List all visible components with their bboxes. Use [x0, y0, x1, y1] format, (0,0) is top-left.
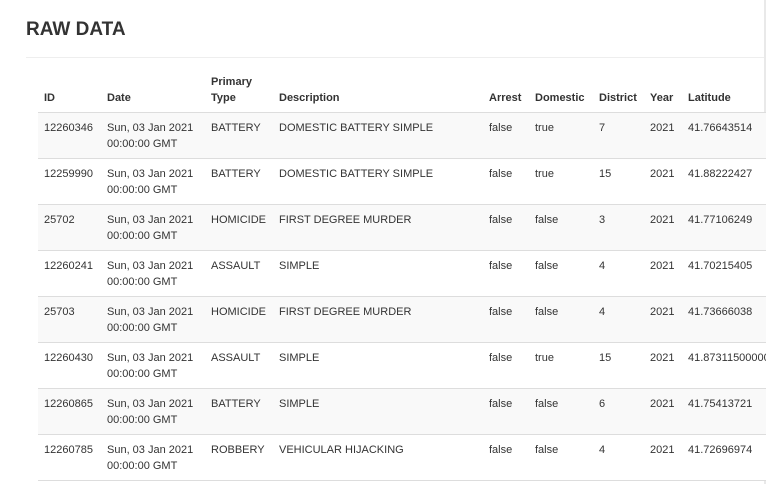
cell-arrest: false	[483, 388, 529, 435]
cell-district: 15	[593, 158, 644, 205]
column-header-arrest: Arrest	[483, 72, 529, 113]
cell-description: SIMPLE	[273, 388, 483, 435]
cell-description: FIRST DEGREE MURDER	[273, 204, 483, 251]
cell-id: 25703	[38, 296, 101, 343]
cell-domestic: false	[529, 388, 593, 435]
raw-data-table: ID Date Primary Type Description Arrest Domes…	[38, 72, 766, 481]
cell-date: Sun, 03 Jan 2021 00:00:00 GMT	[101, 204, 205, 251]
cell-latitude: 41.73666038	[682, 296, 766, 343]
cell-district: 4	[593, 250, 644, 297]
cell-year: 2021	[644, 342, 682, 389]
cell-year: 2021	[644, 112, 682, 159]
cell-primary-type: HOMICIDE	[205, 296, 273, 343]
cell-id: 12260241	[38, 250, 101, 297]
cell-latitude: 41.88222427	[682, 158, 766, 205]
cell-domestic: false	[529, 250, 593, 297]
cell-description: FIRST DEGREE MURDER	[273, 296, 483, 343]
cell-id: 25702	[38, 204, 101, 251]
cell-primary-type: BATTERY	[205, 388, 273, 435]
cell-year: 2021	[644, 296, 682, 343]
column-header-year: Year	[644, 72, 682, 113]
cell-date: Sun, 03 Jan 2021 00:00:00 GMT	[101, 112, 205, 159]
cell-id: 12260865	[38, 388, 101, 435]
cell-primary-type: BATTERY	[205, 158, 273, 205]
cell-district: 15	[593, 342, 644, 389]
cell-latitude: 41.75413721	[682, 388, 766, 435]
cell-description: DOMESTIC BATTERY SIMPLE	[273, 112, 483, 159]
cell-latitude: 41.70215405	[682, 250, 766, 297]
column-header-id: ID	[38, 72, 101, 113]
cell-domestic: false	[529, 204, 593, 251]
cell-year: 2021	[644, 388, 682, 435]
cell-year: 2021	[644, 158, 682, 205]
column-header-primary-type: Primary Type	[205, 72, 273, 113]
cell-arrest: false	[483, 158, 529, 205]
cell-primary-type: ROBBERY	[205, 434, 273, 481]
table-row: 12260785 Sun, 03 Jan 2021 00:00:00 GMT ROB…	[38, 434, 766, 481]
cell-arrest: false	[483, 112, 529, 159]
table-row: 12260430 Sun, 03 Jan 2021 00:00:00 GMT ASS…	[38, 342, 766, 389]
cell-date: Sun, 03 Jan 2021 00:00:00 GMT	[101, 434, 205, 481]
cell-latitude: 41.76643514	[682, 112, 766, 159]
cell-arrest: false	[483, 296, 529, 343]
cell-description: VEHICULAR HIJACKING	[273, 434, 483, 481]
cell-domestic: true	[529, 158, 593, 205]
cell-year: 2021	[644, 434, 682, 481]
cell-primary-type: ASSAULT	[205, 250, 273, 297]
column-header-domestic: Domestic	[529, 72, 593, 113]
cell-district: 4	[593, 296, 644, 343]
cell-latitude: 41.72696974	[682, 434, 766, 481]
table-header-row: ID Date Primary Type Description Arrest Domes…	[38, 72, 766, 113]
cell-year: 2021	[644, 204, 682, 251]
column-header-date: Date	[101, 72, 205, 113]
cell-district: 4	[593, 434, 644, 481]
cell-district: 7	[593, 112, 644, 159]
cell-domestic: true	[529, 112, 593, 159]
table-row: 12259990 Sun, 03 Jan 2021 00:00:00 GMT BAT…	[38, 158, 766, 205]
table-row: 12260865 Sun, 03 Jan 2021 00:00:00 GMT BAT…	[38, 388, 766, 435]
cell-id: 12260785	[38, 434, 101, 481]
cell-district: 3	[593, 204, 644, 251]
cell-date: Sun, 03 Jan 2021 00:00:00 GMT	[101, 342, 205, 389]
cell-primary-type: BATTERY	[205, 112, 273, 159]
cell-primary-type: ASSAULT	[205, 342, 273, 389]
table-body: 12260346 Sun, 03 Jan 2021 00:00:00 GMT BAT…	[38, 112, 766, 481]
cell-latitude: 41.87311500000	[682, 342, 766, 389]
cell-description: SIMPLE	[273, 250, 483, 297]
cell-date: Sun, 03 Jan 2021 00:00:00 GMT	[101, 250, 205, 297]
cell-id: 12260346	[38, 112, 101, 159]
cell-arrest: false	[483, 342, 529, 389]
cell-arrest: false	[483, 204, 529, 251]
column-header-district: District	[593, 72, 644, 113]
cell-id: 12259990	[38, 158, 101, 205]
cell-id: 12260430	[38, 342, 101, 389]
cell-domestic: false	[529, 296, 593, 343]
table-row: 12260241 Sun, 03 Jan 2021 00:00:00 GMT ASS…	[38, 250, 766, 297]
cell-domestic: false	[529, 434, 593, 481]
table-scroll-container[interactable]: ID Date Primary Type Description Arrest Domes…	[38, 72, 766, 484]
column-header-description: Description	[273, 72, 483, 113]
table-row: 25702 Sun, 03 Jan 2021 00:00:00 GMT HOMICI…	[38, 204, 766, 251]
cell-year: 2021	[644, 250, 682, 297]
title-divider	[26, 57, 766, 58]
column-header-latitude: Latitude	[682, 72, 766, 113]
cell-arrest: false	[483, 250, 529, 297]
cell-description: DOMESTIC BATTERY SIMPLE	[273, 158, 483, 205]
cell-district: 6	[593, 388, 644, 435]
cell-primary-type: HOMICIDE	[205, 204, 273, 251]
cell-description: SIMPLE	[273, 342, 483, 389]
raw-data-page: RAW DATA ID Date Primary Type Description Ar…	[0, 0, 766, 484]
cell-date: Sun, 03 Jan 2021 00:00:00 GMT	[101, 158, 205, 205]
table-row: 12260346 Sun, 03 Jan 2021 00:00:00 GMT BAT…	[38, 112, 766, 159]
table-row: 25703 Sun, 03 Jan 2021 00:00:00 GMT HOMICI…	[38, 296, 766, 343]
cell-domestic: true	[529, 342, 593, 389]
page-title: RAW DATA	[26, 19, 126, 40]
cell-date: Sun, 03 Jan 2021 00:00:00 GMT	[101, 296, 205, 343]
cell-date: Sun, 03 Jan 2021 00:00:00 GMT	[101, 388, 205, 435]
cell-arrest: false	[483, 434, 529, 481]
cell-latitude: 41.77106249	[682, 204, 766, 251]
